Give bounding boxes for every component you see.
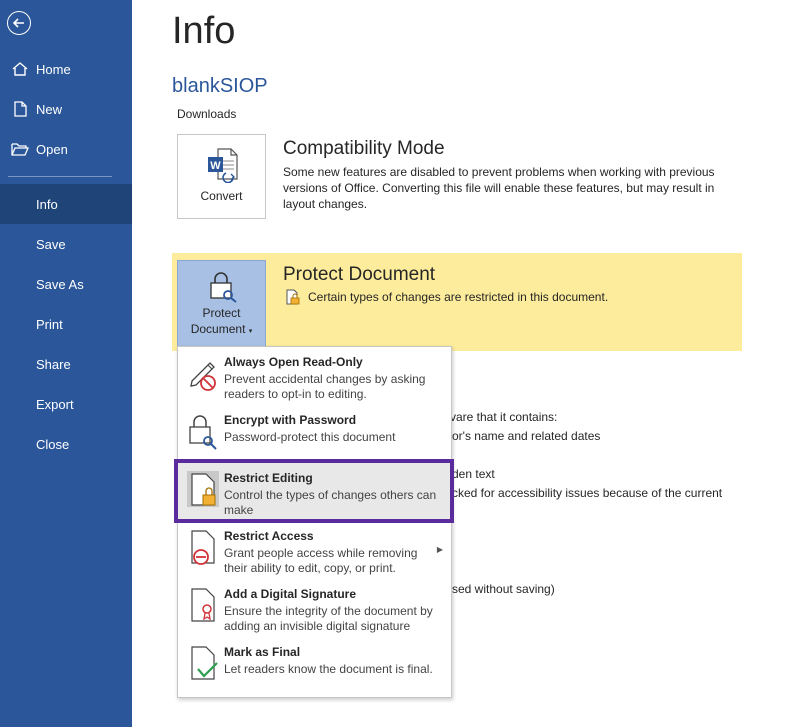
convert-button[interactable]: W Convert <box>177 134 266 219</box>
menu-item-encrypt-with-password[interactable]: Encrypt with Password Password-protect t… <box>178 405 451 463</box>
nav-new[interactable]: New <box>0 89 132 129</box>
document-name: blankSIOP <box>172 75 268 97</box>
menu-item-description: Password-protect this document <box>224 430 396 444</box>
menu-item-title: Restrict Access <box>224 529 314 543</box>
protect-document-description: Certain types of changes are restricted … <box>308 290 609 304</box>
protect-document-title: Protect Document <box>283 264 436 285</box>
nav-save-as[interactable]: Save As <box>0 264 132 304</box>
back-button[interactable] <box>7 11 31 35</box>
back-arrow-icon <box>12 18 24 28</box>
menu-item-add-digital-signature[interactable]: Add a Digital Signature Ensure the integ… <box>178 579 451 637</box>
annotation-highlight-box <box>174 459 454 523</box>
menu-item-description: Prevent accidental changes by asking rea… <box>224 372 426 401</box>
document-path[interactable]: Downloads <box>177 107 236 121</box>
nav-close-label: Close <box>36 436 70 452</box>
dropdown-caret-icon: ▾ <box>248 328 253 335</box>
nav-share[interactable]: Share <box>0 344 132 384</box>
menu-item-description: Ensure the integrity of the document by … <box>224 604 433 633</box>
submenu-arrow-icon: ▶ <box>436 545 443 554</box>
nav-export[interactable]: Export <box>0 384 132 424</box>
nav-new-label: New <box>36 101 63 117</box>
nav-open[interactable]: Open <box>0 129 132 169</box>
manage-text-fragment: sed without saving) <box>452 582 555 596</box>
inspect-text-fragment-2: or's name and related dates <box>452 429 601 443</box>
compatibility-description: Some new features are disabled to preven… <box>283 165 715 211</box>
lock-key-icon <box>189 415 217 450</box>
pencil-prohibited-icon <box>190 362 216 391</box>
nav-print[interactable]: Print <box>0 304 132 344</box>
new-document-icon <box>14 101 27 117</box>
nav-home[interactable]: Home <box>0 49 132 89</box>
menu-item-description: Let readers know the document is final. <box>224 662 433 676</box>
nav-save[interactable]: Save <box>0 224 132 264</box>
nav-home-label: Home <box>36 61 71 77</box>
protect-document-button[interactable]: Protect Document ▾ <box>177 260 266 347</box>
nav-print-label: Print <box>36 316 63 332</box>
nav-info-label: Info <box>36 196 58 212</box>
svg-text:W: W <box>210 160 221 172</box>
document-ribbon-icon <box>191 588 215 622</box>
page-title: Info <box>172 10 236 52</box>
nav-info[interactable]: Info <box>0 184 132 224</box>
menu-item-description: Grant people access while removing their… <box>224 546 418 575</box>
protect-button-label-line2-text: Document <box>190 322 246 336</box>
nav-export-label: Export <box>36 396 74 412</box>
nav-divider <box>8 176 112 177</box>
backstage-sidebar: Home New Open Info Save Save As Print Sh… <box>0 0 132 727</box>
menu-item-title: Add a Digital Signature <box>224 587 357 601</box>
menu-item-title: Always Open Read-Only <box>224 355 363 369</box>
compatibility-title: Compatibility Mode <box>283 138 445 159</box>
nav-share-label: Share <box>36 356 71 372</box>
document-lock-small-icon <box>286 289 300 305</box>
protect-button-label-line2: Document ▾ <box>178 321 265 340</box>
home-icon <box>12 62 28 76</box>
menu-item-restrict-access[interactable]: Restrict Access Grant people access whil… <box>178 521 451 579</box>
protect-button-label: Protect Document ▾ <box>178 305 265 340</box>
nav-close[interactable]: Close <box>0 424 132 464</box>
menu-item-title: Encrypt with Password <box>224 413 357 427</box>
nav-open-label: Open <box>36 141 68 157</box>
lock-key-icon <box>210 272 237 303</box>
folder-open-icon <box>11 143 29 156</box>
menu-item-mark-as-final[interactable]: Mark as Final Let readers know the docum… <box>178 637 451 695</box>
word-convert-icon: W <box>208 148 238 183</box>
inspect-text-fragment-1: vare that it contains: <box>450 410 558 424</box>
nav-save-as-label: Save As <box>36 276 84 292</box>
menu-item-title: Mark as Final <box>224 645 301 659</box>
inspect-text-fragment-3: den text <box>452 467 495 481</box>
protect-button-label-line1: Protect <box>202 306 241 320</box>
document-restricted-icon <box>191 530 215 565</box>
nav-save-label: Save <box>36 236 66 252</box>
document-check-icon <box>191 646 218 680</box>
menu-item-always-open-read-only[interactable]: Always Open Read-Only Prevent accidental… <box>178 347 451 405</box>
inspect-text-fragment-4: cked for accessibility issues because of… <box>452 486 723 500</box>
convert-button-label: Convert <box>200 189 243 203</box>
